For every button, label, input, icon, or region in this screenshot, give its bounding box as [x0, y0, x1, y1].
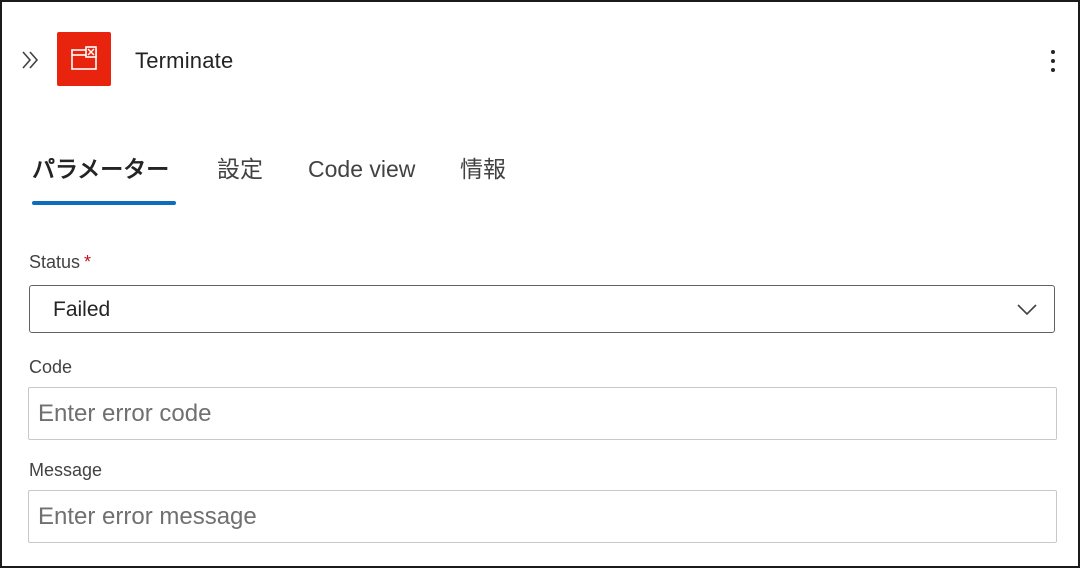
required-marker: *	[84, 252, 92, 272]
status-label: Status *	[29, 252, 91, 273]
status-label-text: Status	[29, 252, 81, 272]
error-message-input[interactable]	[28, 490, 1057, 543]
status-selected-value: Failed	[53, 298, 111, 321]
tab-about[interactable]: 情報	[460, 150, 506, 206]
collapse-panel-button[interactable]	[16, 46, 44, 74]
status-dropdown[interactable]: Failed	[29, 285, 1055, 333]
more-vertical-icon	[1051, 50, 1055, 54]
double-chevron-right-icon	[22, 51, 39, 69]
panel-header: Terminate	[2, 2, 1078, 117]
tab-parameters[interactable]: パラメーター	[32, 150, 169, 206]
message-label: Message	[29, 460, 103, 480]
active-tab-indicator	[32, 201, 176, 205]
tab-code-view[interactable]: Code view	[308, 150, 415, 206]
terminate-icon	[57, 32, 111, 86]
error-code-input[interactable]	[28, 387, 1057, 440]
tab-settings[interactable]: 設定	[217, 150, 263, 206]
chevron-down-icon	[1017, 304, 1037, 316]
action-title: Terminate	[135, 48, 234, 73]
more-options-button[interactable]	[1042, 46, 1064, 76]
code-label: Code	[29, 357, 73, 377]
terminate-action-panel: Terminate パラメーター 設定 Code view 情報 Status *…	[0, 0, 1080, 568]
